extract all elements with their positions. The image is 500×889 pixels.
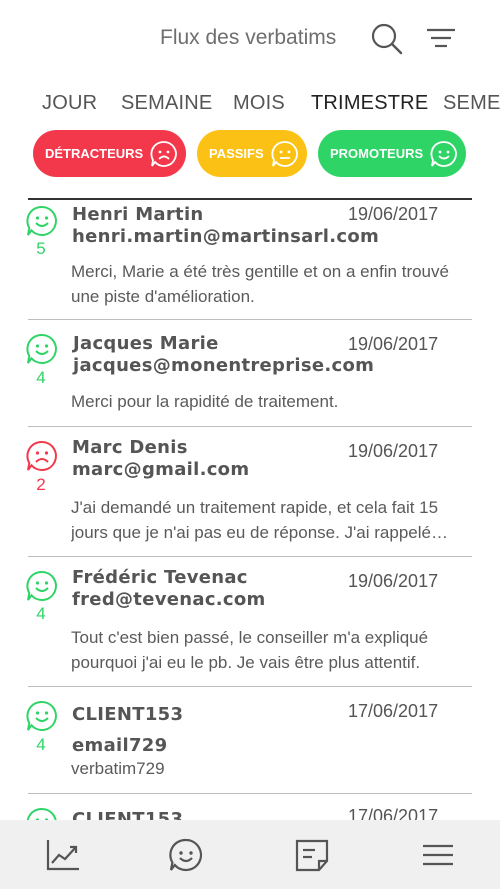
passifs-chip[interactable]: PASSIFS [197,130,307,177]
detracteurs-chip[interactable]: DÉTRACTEURS [33,130,186,177]
happy-face-icon [26,700,57,731]
sad-face-icon [150,141,177,167]
divider [28,426,472,427]
score: 2 [36,475,46,494]
client-name: Jacques Marie [73,333,219,354]
verbatim-text: Merci pour la rapidité de traitement. [71,392,339,411]
tab-semaine[interactable]: SEMAINE [121,92,212,115]
verbatim-text: Tout c'est bien passé, le conseiller m'a… [71,628,429,672]
verbatim-text: J'ai demandé un traitement rapide, et ce… [71,498,439,542]
document-icon[interactable] [294,838,330,872]
tab-trimestre[interactable]: TRIMESTRE [311,92,428,115]
tab-jour[interactable]: JOUR [42,92,97,115]
client-email: marc@gmail.com [72,459,250,480]
divider [28,686,472,687]
tab-semestre[interactable]: SEMESTRE [443,92,500,115]
chip-label: PASSIFS [209,146,264,161]
search-icon[interactable] [370,22,404,56]
score: 5 [36,239,46,258]
client-name: Henri Martin [72,204,204,225]
client-name: CLIENT153 [72,704,184,725]
score: 4 [36,604,46,623]
verbatim-text: Merci, Marie a été très gentille et on a… [71,262,449,306]
score: 4 [36,368,46,387]
date: 19/06/2017 [348,204,439,224]
client-name: Frédéric Tevenac [72,567,248,588]
filter-icon[interactable] [426,27,456,49]
sad-face-icon [26,440,57,471]
divider [28,319,472,320]
chat-face-icon[interactable] [168,838,204,872]
happy-face-icon [26,205,57,236]
divider [28,556,472,557]
bottom-nav [0,820,500,889]
sentiment-filters: DÉTRACTEURS PASSIFS PROMOTEURS [0,130,500,178]
menu-icon[interactable] [420,838,456,872]
date: 17/06/2017 [348,701,439,721]
list-divider [28,198,472,200]
chip-label: PROMOTEURS [330,146,424,161]
score: 4 [36,735,46,754]
date: 19/06/2017 [348,441,439,461]
tab-mois[interactable]: MOIS [233,92,285,115]
date: 19/06/2017 [348,571,439,591]
chart-icon[interactable] [45,838,81,872]
happy-face-icon [26,570,57,601]
page-title: Flux des verbatims [160,26,337,49]
happy-face-icon [26,333,57,364]
date: 19/06/2017 [348,334,439,354]
happy-face-icon [430,141,457,167]
chip-label: DÉTRACTEURS [45,146,144,161]
client-email: email729 [72,735,168,756]
client-name: Marc Denis [72,437,188,458]
app-header: Flux des verbatims [0,0,500,72]
divider [28,793,472,794]
verbatim-text: verbatim729 [71,759,165,778]
client-email: jacques@monentreprise.com [73,355,375,376]
period-tabs: JOUR SEMAINE MOIS TRIMESTRE SEMESTRE [0,86,500,122]
client-email: fred@tevenac.com [72,589,266,610]
neutral-face-icon [271,141,298,167]
client-email: henri.martin@martinsarl.com [72,226,380,247]
promoteurs-chip[interactable]: PROMOTEURS [318,130,466,177]
